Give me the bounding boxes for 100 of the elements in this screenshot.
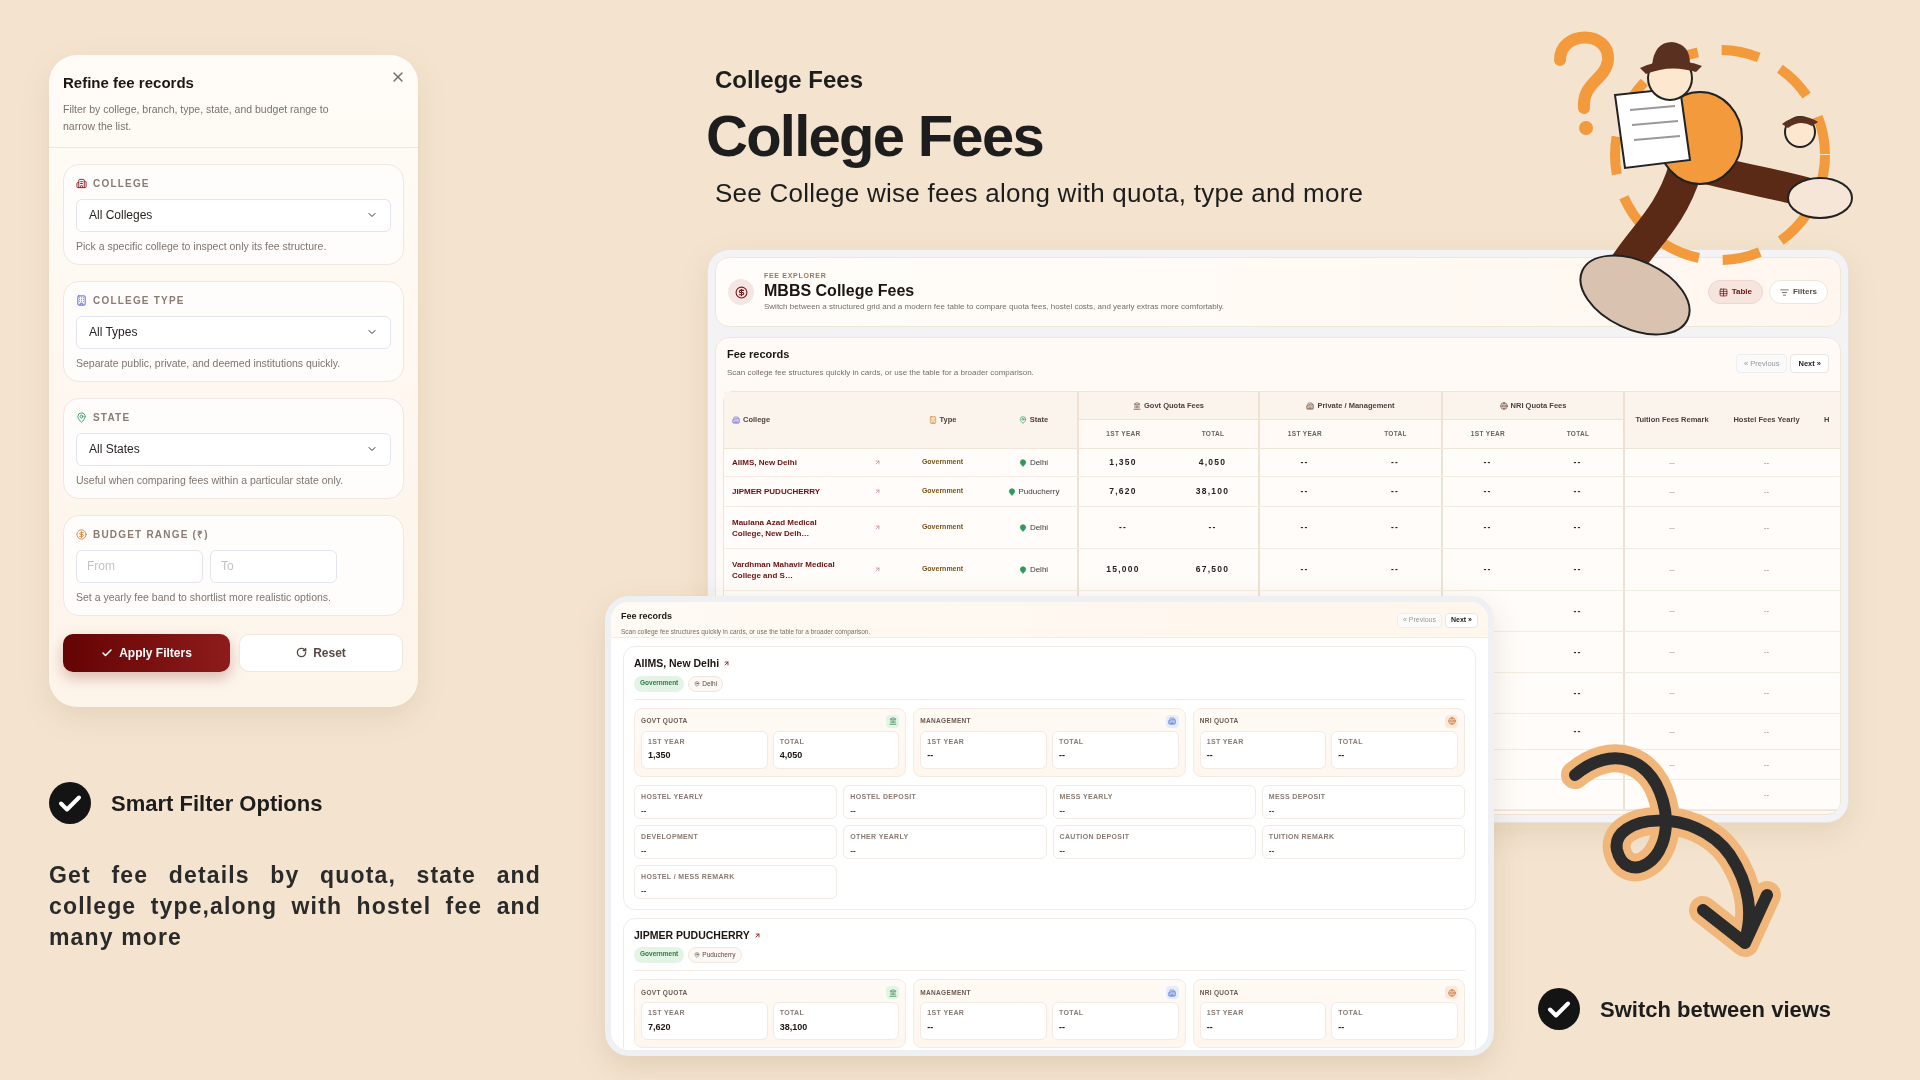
value-text: 1,350 xyxy=(648,749,672,762)
table-cell: -- xyxy=(1669,563,1675,576)
arrow-icon xyxy=(874,524,881,531)
detail-value: -- xyxy=(641,885,648,897)
value-text: -- xyxy=(1206,749,1214,762)
globe-icon xyxy=(1499,401,1508,410)
panel-title: Refine fee records xyxy=(63,73,195,93)
college-link[interactable]: JIPMER PUDUCHERRY xyxy=(732,486,844,497)
value-text: -- xyxy=(1338,749,1346,762)
college-name[interactable]: AIIMS, New Delhi xyxy=(634,656,720,672)
apply-button[interactable]: Apply Filters xyxy=(63,633,230,672)
detail-value: -- xyxy=(850,805,857,817)
detail-value: -- xyxy=(1268,805,1276,817)
table-cell: -- xyxy=(1669,687,1675,699)
globe-icon xyxy=(1445,986,1458,999)
arrow-icon xyxy=(753,931,761,939)
state-label: Puducherry xyxy=(1018,485,1060,498)
table-cell: -- xyxy=(1763,725,1770,738)
hero-subtitle: See College wise fees along with quota, type and more xyxy=(715,177,1364,210)
records-title: Fee records xyxy=(621,610,674,623)
state-label: Delhi xyxy=(1029,456,1049,469)
value-text: -- xyxy=(1059,1020,1066,1034)
arrow-icon xyxy=(874,566,881,573)
office-building-icon xyxy=(76,294,87,306)
college-link[interactable]: Maulana Azad Medical College, New Delh… xyxy=(732,516,844,539)
state-label: Delhi xyxy=(1029,521,1049,534)
table-cell: -- xyxy=(1573,645,1582,659)
table-cell: -- xyxy=(1669,605,1675,617)
map-pin-icon xyxy=(1018,458,1027,467)
office-building-icon xyxy=(928,416,937,424)
table-cell: -- xyxy=(1390,456,1400,469)
panel-description: Filter by college, branch, type, state, and budget range to narrow the list. xyxy=(63,101,330,134)
input-field[interactable]: To xyxy=(210,549,337,583)
help-text: Pick a specific college to inspect only its fee structure. xyxy=(76,238,328,254)
value-text: -- xyxy=(1059,749,1066,762)
detail-value: -- xyxy=(850,845,857,857)
detail-value: -- xyxy=(1059,805,1066,817)
map-pin-icon xyxy=(1007,487,1016,496)
value-text: 4,050 xyxy=(779,749,804,762)
value-text: -- xyxy=(1206,1020,1214,1034)
table-cell: -- xyxy=(1763,758,1770,771)
records-title: Fee records xyxy=(727,347,791,362)
detail-value: -- xyxy=(1268,845,1276,857)
map-pin-icon xyxy=(1018,523,1027,532)
value-text: 7,620 xyxy=(648,1020,672,1034)
table-cell: 67,500 xyxy=(1195,563,1230,576)
reset-button[interactable]: Reset xyxy=(239,633,403,672)
table-cell: -- xyxy=(1300,456,1309,469)
field-label: STATE xyxy=(93,410,131,425)
table-cell: -- xyxy=(1573,725,1582,738)
table-cell: -- xyxy=(1763,788,1770,801)
feature-label: Switch between views xyxy=(1600,995,1832,1024)
select-field[interactable]: All Colleges xyxy=(76,198,391,232)
help-text: Set a yearly fee band to shortlist more realistic options. xyxy=(76,589,333,605)
feature-label: Smart Filter Options xyxy=(111,789,323,818)
check-icon xyxy=(1538,988,1580,1030)
table-cell: -- xyxy=(1483,485,1492,498)
table-cell: -- xyxy=(1763,563,1770,576)
globe-icon xyxy=(1445,714,1458,728)
arrow-icon xyxy=(874,488,881,495)
table-cell: -- xyxy=(1573,485,1582,498)
table-cell: -- xyxy=(1300,485,1309,498)
arrow-icon xyxy=(723,660,731,668)
select-field[interactable]: All States xyxy=(76,432,391,466)
table-cell: -- xyxy=(1763,456,1770,469)
table-cell: -- xyxy=(1573,604,1582,618)
table-cell: -- xyxy=(1208,521,1217,534)
college-link[interactable]: Vardhman Mahavir Medical College and S… xyxy=(732,558,844,581)
college-link[interactable]: AIIMS, New Delhi xyxy=(732,457,844,468)
table-cell: -- xyxy=(1300,521,1309,534)
select-field[interactable]: All Types xyxy=(76,315,391,349)
field-label: COLLEGE xyxy=(93,176,150,191)
coin-icon xyxy=(76,528,87,540)
view-toggle[interactable]: Filters xyxy=(1769,280,1828,304)
records-description: Scan college fee structures quickly in cards, or use the table for a broader comparison. xyxy=(727,366,1034,379)
map-pin-icon xyxy=(1018,416,1027,424)
arrow-icon xyxy=(874,459,881,466)
field-label: COLLEGE TYPE xyxy=(93,293,185,308)
bank-icon xyxy=(1133,401,1141,410)
table-cell: -- xyxy=(1573,521,1582,534)
table-cell: -- xyxy=(1763,605,1770,617)
value-text: -- xyxy=(927,749,935,762)
detail-value: -- xyxy=(641,845,648,857)
table-cell: -- xyxy=(1300,563,1309,576)
hero-title: College Fees xyxy=(706,104,1044,168)
input-field[interactable]: From xyxy=(76,549,203,583)
table-cell: -- xyxy=(1483,456,1492,469)
table-cell: -- xyxy=(1669,485,1675,498)
bank-icon xyxy=(886,986,900,999)
check-icon xyxy=(49,782,91,824)
value-text: 38,100 xyxy=(779,1020,809,1034)
help-text: Separate public, private, and deemed institutions quickly. xyxy=(76,355,342,371)
state-label: Delhi xyxy=(1029,563,1049,576)
map-pin-icon xyxy=(1018,565,1027,574)
check-icon xyxy=(101,646,114,659)
view-toggle[interactable]: Table xyxy=(1707,280,1763,304)
detail-value: -- xyxy=(1059,845,1066,857)
table-cell: -- xyxy=(1483,521,1492,534)
value-text: -- xyxy=(927,1020,935,1034)
college-name[interactable]: JIPMER PUDUCHERRY xyxy=(634,927,750,944)
